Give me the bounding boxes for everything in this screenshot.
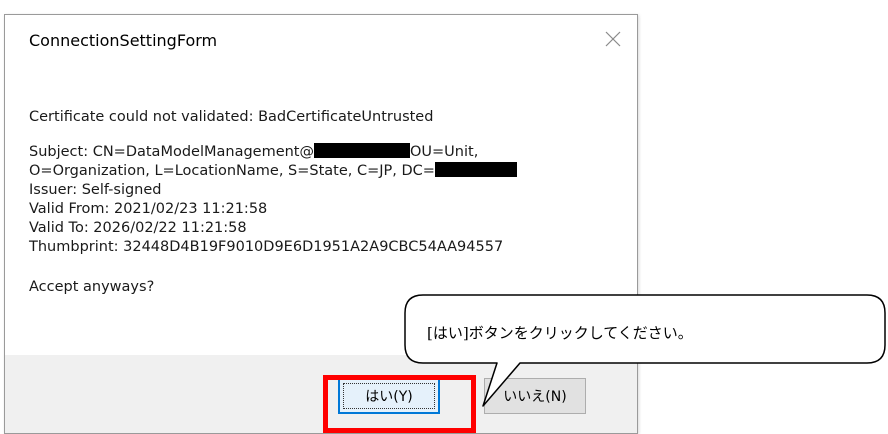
issuer-line: Issuer: Self-signed [29, 182, 162, 198]
organization-text: O=Organization, L=LocationName, S=State,… [29, 163, 435, 179]
valid-to-line: Valid To: 2026/02/22 11:21:58 [29, 220, 247, 236]
title-bar: ConnectionSettingForm [5, 15, 637, 65]
valid-from-line: Valid From: 2021/02/23 11:21:58 [29, 201, 268, 217]
subject-line: Subject: CN=DataModelManagement@ OU=Unit, [29, 143, 629, 162]
subject-suffix: OU=Unit, [410, 144, 479, 160]
close-icon[interactable] [603, 29, 623, 49]
thumbprint-line: Thumbprint: 32448D4B19F9010D9E6D1951A2A9… [29, 239, 504, 255]
callout-text: [はい]ボタンをクリックしてください。 [427, 324, 693, 342]
screenshot-stage: ConnectionSettingForm Certificate could … [0, 0, 888, 434]
dialog-title: ConnectionSettingForm [29, 31, 218, 50]
subject-prefix: Subject: CN=DataModelManagement@ [29, 144, 314, 160]
organization-line: O=Organization, L=LocationName, S=State,… [29, 162, 629, 181]
error-message: Certificate could not validated: BadCert… [29, 109, 434, 125]
redaction-box [434, 162, 517, 177]
message-body: Certificate could not validated: BadCert… [29, 108, 629, 297]
callout-balloon [404, 294, 886, 407]
redaction-box [314, 143, 410, 158]
